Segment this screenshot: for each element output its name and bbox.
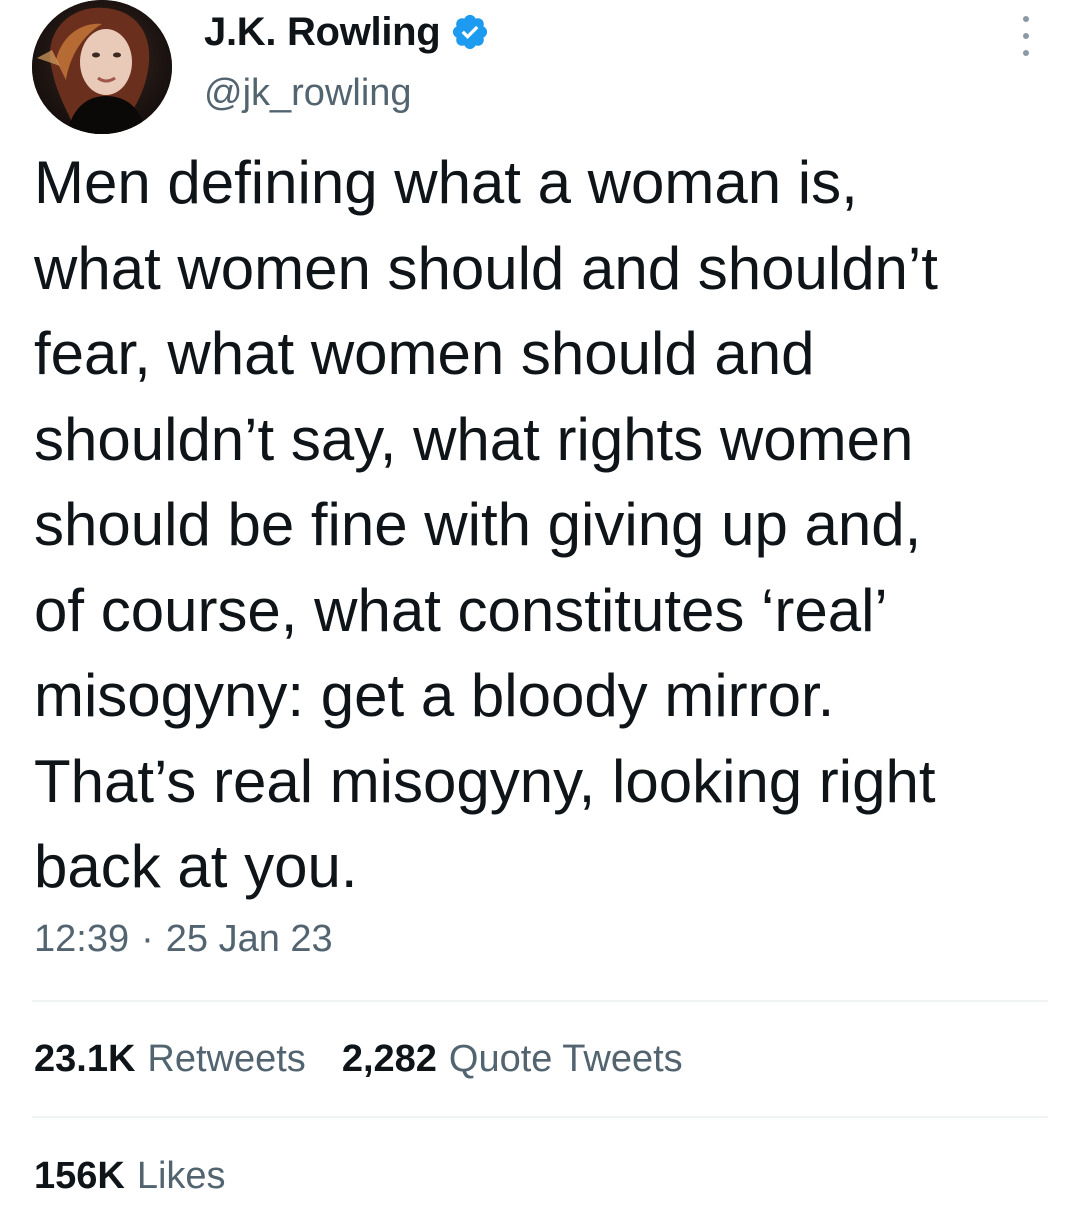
tweet-text: Men defining what a woman is, what women… — [34, 140, 1064, 910]
likes-stats-row: 156K Likes — [34, 1155, 262, 1198]
tweet-text-line: back at you. — [34, 833, 358, 900]
avatar[interactable] — [32, 0, 172, 134]
tweet-text-line: misogyny: get a bloody mirror. — [34, 662, 835, 729]
more-options-icon[interactable] — [1012, 14, 1040, 58]
tweet-text-line: fear, what women should and — [34, 320, 815, 387]
quote-tweets-label: Quote Tweets — [448, 1038, 683, 1080]
likes-stat[interactable]: 156K Likes — [34, 1155, 226, 1198]
author-display-name[interactable]: J.K. Rowling — [204, 10, 441, 55]
tweet-text-line: of course, what constitutes ‘real’ — [34, 576, 888, 644]
more-dot — [1023, 16, 1029, 22]
avatar-photo — [32, 0, 172, 134]
quote-tweets-stat[interactable]: 2,282 Quote Tweets — [342, 1038, 683, 1081]
verified-badge-icon — [450, 12, 490, 52]
divider — [32, 1116, 1048, 1118]
tweet-text-line: what women should and shouldn’t — [34, 234, 938, 302]
tweet-text-line: Men defining what a woman is, — [34, 149, 858, 216]
timestamp-separator: · — [141, 918, 154, 960]
tweet-time: 12:39 — [34, 918, 130, 960]
author-name-row[interactable]: J.K. Rowling — [204, 8, 490, 56]
more-dot — [1023, 50, 1029, 56]
tweet-text-line: That’s real misogyny, looking right — [34, 747, 936, 815]
retweets-count: 23.1K — [34, 1038, 136, 1080]
retweets-label: Retweets — [147, 1038, 306, 1080]
tweet-detail: J.K. Rowling @jk_rowling Men defining wh… — [0, 0, 1080, 1205]
engagement-stats-row: 23.1K Retweets 2,282 Quote Tweets — [34, 1038, 719, 1081]
quote-tweets-count: 2,282 — [341, 1038, 437, 1080]
tweet-timestamp[interactable]: 12:39 · 25 Jan 23 — [34, 918, 333, 961]
more-dot — [1023, 33, 1029, 39]
tweet-date: 25 Jan 23 — [165, 918, 333, 960]
likes-label: Likes — [136, 1155, 226, 1197]
tweet-text-line: should be fine with giving up and, — [34, 491, 922, 558]
author-handle[interactable]: @jk_rowling — [204, 72, 412, 115]
likes-count: 156K — [34, 1155, 125, 1197]
retweets-stat[interactable]: 23.1K Retweets — [34, 1038, 306, 1081]
tweet-text-line: shouldn’t say, what rights women — [34, 405, 914, 473]
divider — [32, 1000, 1048, 1002]
